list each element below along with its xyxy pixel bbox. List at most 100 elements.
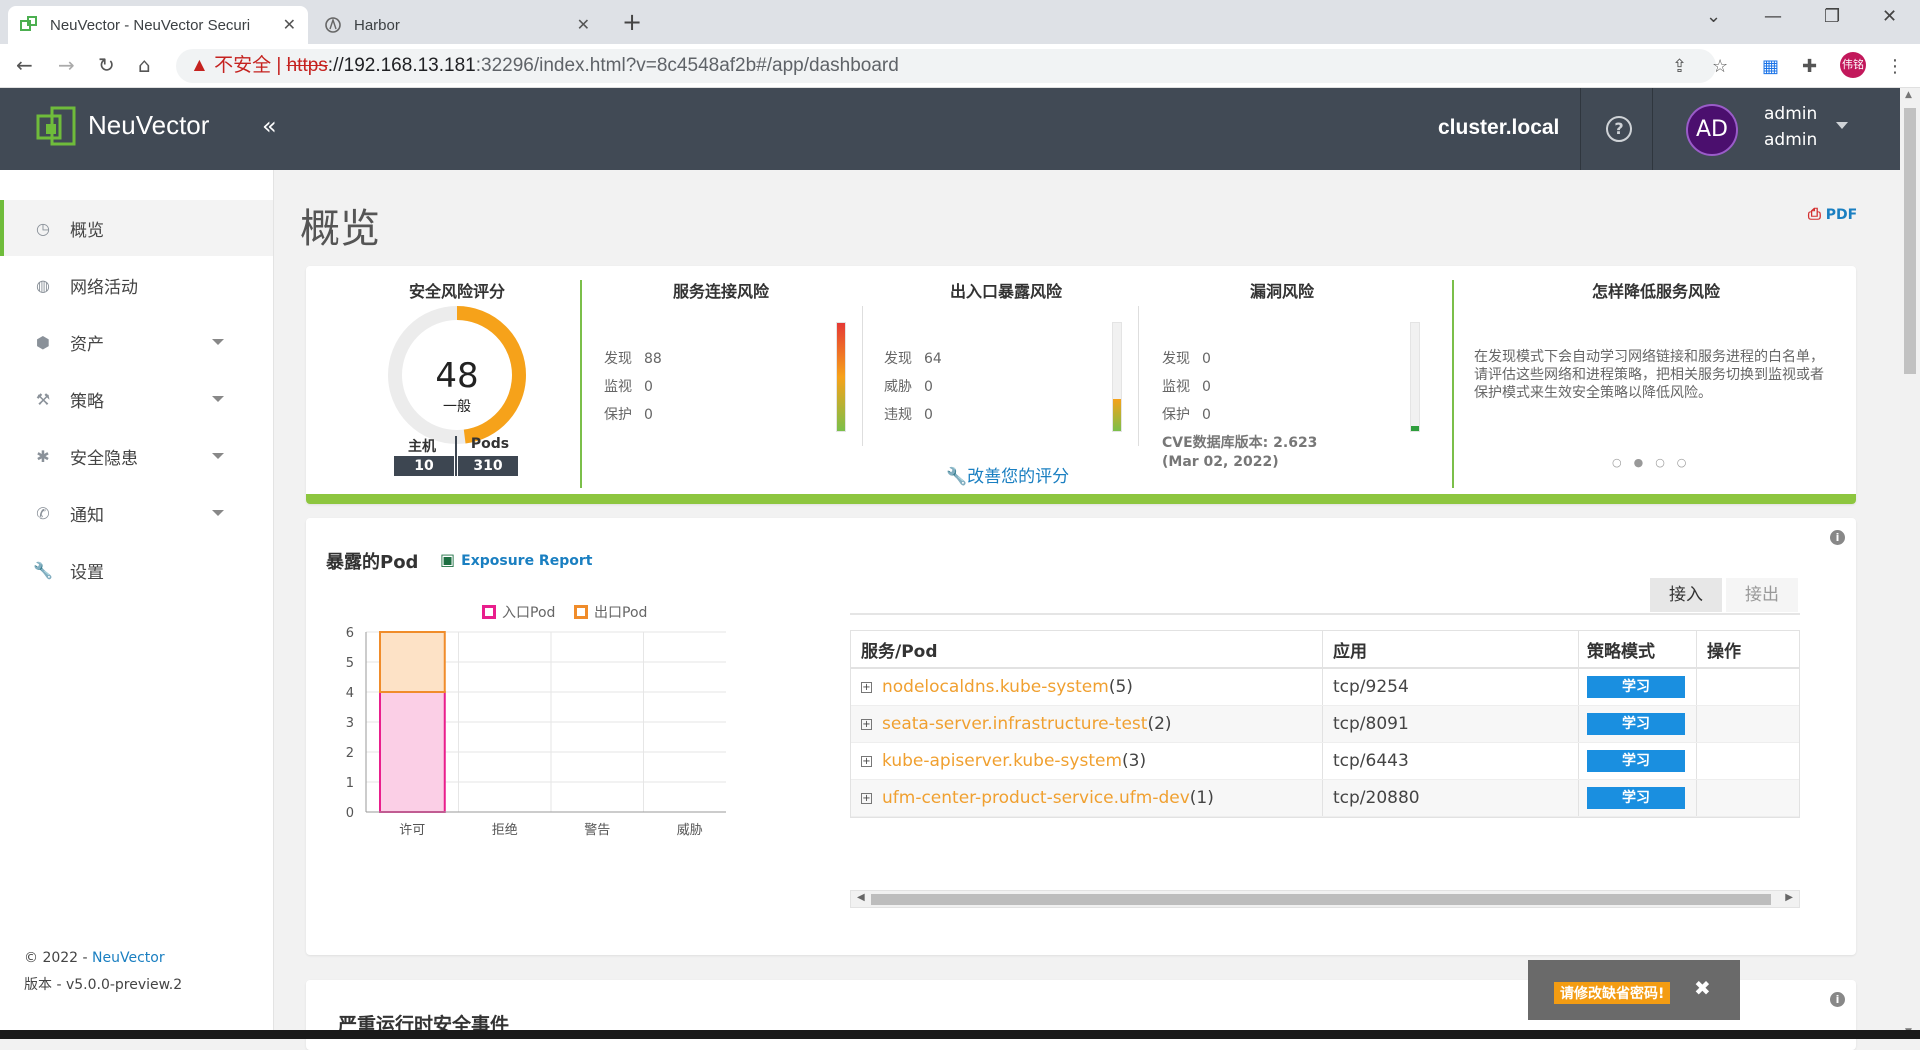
scroll-up-icon[interactable]: ▲ — [1905, 90, 1912, 100]
profile-avatar[interactable]: 伟铭 — [1840, 52, 1866, 78]
sidebar-item-settings[interactable]: 🔧 设置 — [0, 542, 273, 598]
sidebar-item-network-activity[interactable]: ◍ 网络活动 — [0, 257, 273, 313]
table-row[interactable]: + seata-server.infrastructure-test (2) tcp… — [851, 706, 1799, 743]
globe-icon: ◍ — [36, 275, 50, 295]
reload-icon[interactable]: ↻ — [98, 53, 115, 77]
expand-row-icon[interactable]: + — [861, 755, 872, 767]
url-input[interactable]: ▲ 不安全 | https://192.168.13.181:32296/ind… — [176, 49, 1716, 83]
risk-summary-card: 安全风险评分 48 一般 主机 Pods 10 310 服务连接风险 发现 88 … — [306, 266, 1856, 504]
close-toast-icon[interactable]: ✖ — [1694, 976, 1711, 1000]
chevron-down-icon[interactable] — [212, 453, 224, 459]
help-icon[interactable]: ? — [1606, 116, 1632, 142]
extensions-icon[interactable]: ✚ — [1802, 56, 1817, 77]
service-risk-meter — [836, 322, 846, 432]
carousel-dots[interactable]: ○●○○ — [1612, 456, 1698, 469]
reduce-risk-text: 在发现模式下会自动学习网络链接和服务进程的白名单，请评估这些网络和进程策略，把相… — [1474, 349, 1824, 401]
exposure-bar-chart: 0 1 2 3 4 5 6 许可 拒绝 警告 威胁 — [346, 626, 726, 838]
sidebar-item-label: 资产 — [70, 334, 104, 355]
info-icon[interactable]: i — [1830, 530, 1845, 545]
table-row[interactable]: + nodelocaldns.kube-system (5) tcp/9254 学习 — [851, 669, 1799, 706]
neuvector-link[interactable]: NeuVector — [92, 950, 165, 966]
pods-count: 310 — [458, 456, 518, 476]
sidebar-item-assets[interactable]: ⬢ 资产 — [0, 314, 273, 370]
chevron-down-icon[interactable] — [212, 396, 224, 402]
column-header-pod[interactable]: 服务/Pod — [851, 631, 1323, 667]
expand-row-icon[interactable]: + — [861, 792, 872, 804]
neuvector-favicon — [20, 16, 38, 34]
chevron-down-icon[interactable] — [212, 510, 224, 516]
close-tab-icon[interactable]: ✕ — [283, 15, 296, 35]
hammer-icon: ⚒ — [35, 389, 51, 409]
collapse-sidebar-button[interactable]: « — [262, 112, 277, 140]
exposure-report-button[interactable]: ▣ Exposure Report — [440, 550, 592, 569]
tab-title: NeuVector - NeuVector Securi — [50, 16, 251, 34]
table-horizontal-scrollbar[interactable]: ◀ ▶ — [850, 890, 1800, 908]
reduce-risk-title: 怎样降低服务风险 — [1591, 282, 1720, 301]
not-secure-badge[interactable]: ▲ 不安全 | — [190, 55, 281, 76]
new-tab-button[interactable]: + — [622, 8, 642, 36]
x-tick-label: 拒绝 — [492, 822, 518, 838]
scrollbar-thumb[interactable] — [871, 894, 1771, 905]
sidebar-item-label: 设置 — [70, 562, 104, 583]
close-tab-icon[interactable]: ✕ — [577, 15, 590, 35]
column-header-action: 操作 — [1707, 641, 1741, 662]
browser-tab-neuvector[interactable]: NeuVector - NeuVector Securi ✕ — [8, 6, 308, 44]
action-cell — [1697, 706, 1799, 742]
tab-egress[interactable]: 接出 — [1726, 578, 1798, 612]
improve-score-link[interactable]: 🔧改善您的评分 — [946, 462, 1069, 487]
apps-grid-icon[interactable]: ▦ — [1762, 56, 1779, 77]
column-header-mode[interactable]: 策略模式 — [1579, 631, 1697, 667]
chevron-down-icon[interactable] — [212, 339, 224, 345]
sidebar-item-policy[interactable]: ⚒ 策略 — [0, 371, 273, 427]
home-icon[interactable]: ⌂ — [138, 53, 151, 77]
share-icon[interactable]: ⇪ — [1672, 56, 1687, 77]
hosts-count: 10 — [394, 456, 454, 476]
scroll-left-icon[interactable]: ◀ — [857, 892, 865, 903]
browser-menu-icon[interactable]: ⋮ — [1886, 56, 1904, 77]
tab-title: Harbor — [354, 16, 400, 34]
user-role[interactable]: admin — [1764, 130, 1817, 150]
username[interactable]: admin — [1764, 104, 1817, 124]
column-header-app[interactable]: 应用 — [1323, 631, 1579, 667]
info-icon[interactable]: i — [1830, 992, 1845, 1007]
y-tick-label: 6 — [346, 626, 354, 641]
tab-ingress[interactable]: 接入 — [1650, 578, 1722, 612]
user-menu-caret-icon[interactable] — [1836, 122, 1848, 129]
sidebar: ◷ 概览 ◍ 网络活动 ⬢ 资产 ⚒ 策略 ✱ 安全隐患 ✆ 通知 🔧 设置 ©… — [0, 170, 274, 1039]
close-window-button[interactable]: ✕ — [1882, 6, 1897, 27]
toast-message[interactable]: 请修改缺省密码! — [1554, 982, 1671, 1004]
sidebar-item-label: 通知 — [70, 505, 104, 526]
page-vertical-scrollbar[interactable]: ▲ ▼ — [1900, 88, 1920, 1039]
scroll-right-icon[interactable]: ▶ — [1785, 892, 1793, 903]
minimize-button[interactable]: — — [1764, 6, 1782, 27]
sidebar-item-dashboard[interactable]: ◷ 概览 — [0, 200, 273, 256]
pod-link[interactable]: nodelocaldns.kube-system — [882, 677, 1109, 697]
scrollbar-thumb[interactable] — [1904, 108, 1916, 374]
browser-tab-strip: NeuVector - NeuVector Securi ✕ Harbor ✕ … — [0, 0, 1920, 44]
user-avatar[interactable]: AD — [1686, 104, 1738, 156]
restore-button[interactable]: ❐ — [1824, 6, 1840, 27]
expand-row-icon[interactable]: + — [861, 718, 872, 730]
cve-db-date: (Mar 02, 2022) — [1162, 454, 1279, 470]
sidebar-item-notifications[interactable]: ✆ 通知 — [0, 485, 273, 541]
pdf-export-button[interactable]: ⎙ PDF — [1808, 204, 1857, 224]
service-monitor-stat: 监视 0 — [604, 379, 653, 395]
back-icon[interactable]: ← — [16, 53, 33, 77]
header-divider — [1652, 88, 1653, 170]
password-warning-toast: 请修改缺省密码! ✖ — [1528, 960, 1740, 1020]
table-row[interactable]: + ufm-center-product-service.ufm-dev (1) t… — [851, 780, 1799, 817]
bug-icon: ✱ — [36, 446, 50, 466]
bookmark-star-icon[interactable]: ☆ — [1712, 56, 1728, 77]
hosts-pods-divider — [455, 436, 457, 476]
expand-row-icon[interactable]: + — [861, 681, 872, 693]
table-row[interactable]: + kube-apiserver.kube-system (3) tcp/6443 … — [851, 743, 1799, 780]
tab-search-icon[interactable]: ⌄ — [1706, 6, 1721, 27]
pod-link[interactable]: ufm-center-product-service.ufm-dev — [882, 788, 1190, 808]
pod-count: (3) — [1122, 751, 1147, 771]
browser-tab-harbor[interactable]: Harbor ✕ — [312, 6, 602, 44]
sidebar-item-security-risks[interactable]: ✱ 安全隐患 — [0, 428, 273, 484]
pod-link[interactable]: kube-apiserver.kube-system — [882, 751, 1122, 771]
forward-icon[interactable]: → — [58, 53, 75, 77]
table-header: 服务/Pod 应用 策略模式 操作 — [851, 631, 1799, 669]
pod-link[interactable]: seata-server.infrastructure-test — [882, 714, 1147, 734]
